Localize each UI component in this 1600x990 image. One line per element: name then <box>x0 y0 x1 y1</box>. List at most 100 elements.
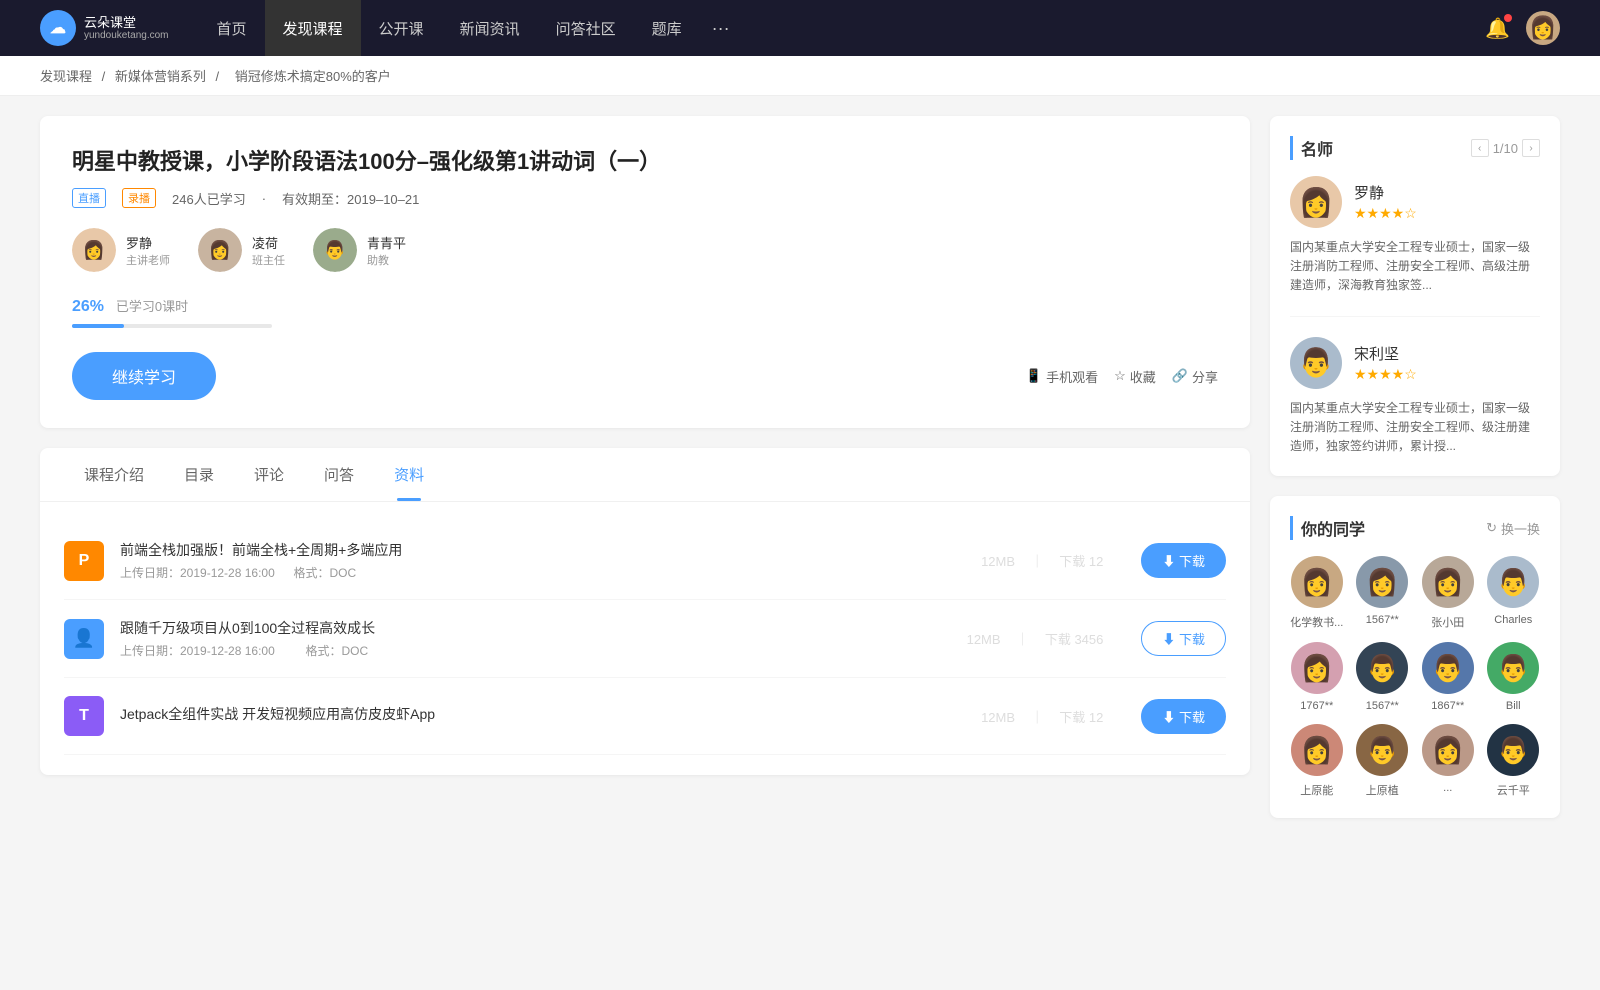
student-11-name: ... <box>1443 782 1452 794</box>
progress-bar-bg <box>72 324 272 328</box>
mobile-view-btn[interactable]: 📱 手机观看 <box>1026 367 1098 386</box>
student-count: 246人已学习 <box>172 189 246 208</box>
tab-intro[interactable]: 课程介绍 <box>64 448 164 501</box>
file-item-2: 👤 跟随千万级项目从0到100全过程高效成长 上传日期：2019-12-28 1… <box>64 600 1226 678</box>
teacher-1-avatar: 👩 <box>72 228 116 272</box>
file-format-1: 格式：DOC <box>293 566 356 580</box>
file-info-2: 跟随千万级项目从0到100全过程高效成长 上传日期：2019-12-28 16:… <box>120 618 945 659</box>
student-7-name: 1867** <box>1431 700 1464 712</box>
teacher-card-2: 👨 宋利坚 ★★★★☆ 国内某重点大学安全工程专业硕士，国家一级注册消防工程师、… <box>1290 337 1540 457</box>
badge-record: 录播 <box>122 188 156 208</box>
file-date-2: 上传日期：2019-12-28 16:00 <box>120 644 275 658</box>
file-size-2: 12MB <box>967 632 1001 647</box>
student-10-name: 上原植 <box>1366 782 1399 798</box>
breadcrumb-sep-2: / <box>216 69 223 84</box>
teacher-2-name: 凌荷 <box>252 233 285 252</box>
download-btn-3[interactable]: ⬇ 下载 <box>1141 699 1226 734</box>
file-item-3: T Jetpack全组件实战 开发短视频应用高仿皮皮虾App 12MB ｜ 下载… <box>64 678 1226 755</box>
notification-bell[interactable]: 🔔 <box>1485 16 1510 41</box>
student-11: 👩 ... <box>1421 724 1475 798</box>
teacher-card-1-stars: ★★★★☆ <box>1354 205 1417 222</box>
breadcrumb-sep-1: / <box>102 69 109 84</box>
share-icon: 🔗 <box>1172 368 1188 384</box>
nav-news[interactable]: 新闻资讯 <box>442 0 538 56</box>
main-content: 明星中教授课，小学阶段语法100分–强化级第1讲动词（一） 直播 录播 246人… <box>40 116 1250 838</box>
notification-dot <box>1504 14 1512 22</box>
student-1-name: 化学教书... <box>1290 614 1343 630</box>
student-11-avatar: 👩 <box>1422 724 1474 776</box>
tab-qa[interactable]: 问答 <box>304 448 374 501</box>
progress-percent: 26% <box>72 298 104 315</box>
teacher-1-name: 罗静 <box>126 233 170 252</box>
nav-open[interactable]: 公开课 <box>361 0 442 56</box>
continue-btn[interactable]: 继续学习 <box>72 352 216 400</box>
student-12: 👨 云千平 <box>1487 724 1541 798</box>
file-info-1: 前端全栈加强版！前端全栈+全周期+多端应用 上传日期：2019-12-28 16… <box>120 540 959 581</box>
student-10-avatar: 👨 <box>1356 724 1408 776</box>
progress-sub: 已学习0课时 <box>116 299 188 314</box>
teacher-3: 👨 青青平 助教 <box>313 228 406 272</box>
teacher-card-1-desc: 国内某重点大学安全工程专业硕士，国家一级注册消防工程师、注册安全工程师、高级注册… <box>1290 238 1540 296</box>
students-sidebar-card: 你的同学 ↻ 换一换 👩 化学教书... 👩 1567** 👩 张小田 <box>1270 496 1560 818</box>
collect-label: 收藏 <box>1130 367 1156 386</box>
tab-catalog[interactable]: 目录 <box>164 448 234 501</box>
course-card: 明星中教授课，小学阶段语法100分–强化级第1讲动词（一） 直播 录播 246人… <box>40 116 1250 428</box>
student-5: 👩 1767** <box>1290 642 1344 712</box>
tabs-section: 课程介绍 目录 评论 问答 资料 P 前端全栈加强版！前端全栈+全周期+多端应用… <box>40 448 1250 775</box>
student-5-avatar: 👩 <box>1291 642 1343 694</box>
nav-right: 🔔 👩 <box>1485 11 1560 45</box>
nav-qa[interactable]: 问答社区 <box>538 0 634 56</box>
teachers-section: 👩 罗静 主讲老师 👩 凌荷 班主任 <box>72 228 1218 272</box>
file-dl-count-1: 下载 12 <box>1059 554 1103 569</box>
progress-bar-fill <box>72 324 124 328</box>
user-avatar[interactable]: 👩 <box>1526 11 1560 45</box>
course-actions: 继续学习 📱 手机观看 ☆ 收藏 🔗 分享 <box>72 352 1218 400</box>
student-4-name: Charles <box>1494 614 1532 626</box>
file-stats-2: 12MB ｜ 下载 3456 <box>961 629 1110 648</box>
nav-quiz[interactable]: 题库 <box>634 0 700 56</box>
nav-more[interactable]: ··· <box>700 18 742 39</box>
nav-home[interactable]: 首页 <box>199 0 265 56</box>
refresh-btn[interactable]: ↻ 换一换 <box>1486 519 1540 538</box>
file-meta-1: 上传日期：2019-12-28 16:00 格式：DOC <box>120 564 959 581</box>
teacher-card-2-header: 👨 宋利坚 ★★★★☆ <box>1290 337 1540 389</box>
teacher-card-1: 👩 罗静 ★★★★☆ 国内某重点大学安全工程专业硕士，国家一级注册消防工程师、注… <box>1290 176 1540 317</box>
file-name-1: 前端全栈加强版！前端全栈+全周期+多端应用 <box>120 540 959 560</box>
logo[interactable]: ☁ 云朵课堂 yundouketang.com <box>40 10 169 46</box>
teacher-card-1-name: 罗静 <box>1354 182 1417 203</box>
student-7: 👨 1867** <box>1421 642 1475 712</box>
tab-reviews[interactable]: 评论 <box>234 448 304 501</box>
student-2-avatar: 👩 <box>1356 556 1408 608</box>
tab-materials[interactable]: 资料 <box>374 448 444 501</box>
download-btn-2[interactable]: ⬇ 下载 <box>1141 621 1226 656</box>
student-4: 👨 Charles <box>1487 556 1541 630</box>
breadcrumb-link-1[interactable]: 发现课程 <box>40 69 92 84</box>
teacher-card-2-avatar: 👨 <box>1290 337 1342 389</box>
teacher-next-btn[interactable]: › <box>1522 139 1540 157</box>
student-3-name: 张小田 <box>1431 614 1464 630</box>
collect-icon: ☆ <box>1114 368 1126 384</box>
teacher-prev-btn[interactable]: ‹ <box>1471 139 1489 157</box>
course-meta: 直播 录播 246人已学习 · 有效期至：2019–10–21 <box>72 188 1218 208</box>
download-btn-1[interactable]: ⬇ 下载 <box>1141 543 1226 578</box>
students-grid: 👩 化学教书... 👩 1567** 👩 张小田 👨 Charles 👩 <box>1290 556 1540 798</box>
nav-discover[interactable]: 发现课程 <box>265 0 361 56</box>
course-title: 明星中教授课，小学阶段语法100分–强化级第1讲动词（一） <box>72 144 1218 176</box>
student-3: 👩 张小田 <box>1421 556 1475 630</box>
file-icon-2: 👤 <box>64 619 104 659</box>
file-stats-1: 12MB ｜ 下载 12 <box>975 551 1109 570</box>
logo-name: 云朵课堂 <box>84 15 169 31</box>
student-12-avatar: 👨 <box>1487 724 1539 776</box>
teacher-card-1-avatar: 👩 <box>1290 176 1342 228</box>
main-layout: 明星中教授课，小学阶段语法100分–强化级第1讲动词（一） 直播 录播 246人… <box>0 96 1600 858</box>
file-item-1: P 前端全栈加强版！前端全栈+全周期+多端应用 上传日期：2019-12-28 … <box>64 522 1226 600</box>
breadcrumb-current: 销冠修炼术搞定80%的客户 <box>235 69 391 84</box>
breadcrumb-link-2[interactable]: 新媒体营销系列 <box>115 69 206 84</box>
collect-btn[interactable]: ☆ 收藏 <box>1114 367 1156 386</box>
teacher-3-avatar: 👨 <box>313 228 357 272</box>
breadcrumb: 发现课程 / 新媒体营销系列 / 销冠修炼术搞定80%的客户 <box>0 56 1600 96</box>
share-btn[interactable]: 🔗 分享 <box>1172 367 1218 386</box>
logo-text-block: 云朵课堂 yundouketang.com <box>84 15 169 42</box>
file-name-2: 跟随千万级项目从0到100全过程高效成长 <box>120 618 945 638</box>
students-sidebar-title: 你的同学 ↻ 换一换 <box>1290 516 1540 540</box>
